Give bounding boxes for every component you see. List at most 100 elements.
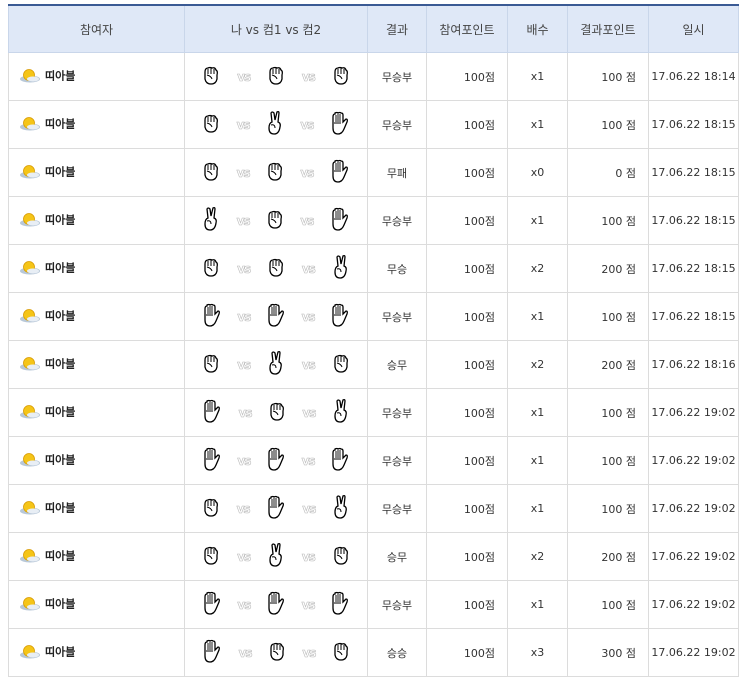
paper-hand-icon	[266, 495, 286, 522]
participant-name[interactable]: 띠아블	[45, 70, 75, 83]
participant-name[interactable]: 띠아블	[45, 166, 75, 179]
vs-label: vs	[237, 453, 252, 468]
weather-avatar-icon	[19, 355, 41, 374]
participant-name[interactable]: 띠아블	[45, 358, 75, 371]
matchup-cell: vs vs	[184, 532, 368, 581]
participant-name[interactable]: 띠아블	[45, 454, 75, 467]
participant-name[interactable]: 띠아블	[45, 502, 75, 515]
scissors-hand-icon	[332, 398, 350, 427]
header-matchup: 나 vs 컴1 vs 컴2	[184, 5, 368, 53]
vs-label: vs	[238, 405, 253, 420]
participant-cell: 띠아블	[8, 244, 185, 293]
paper-hand-icon	[202, 591, 222, 618]
vs-label: vs	[237, 309, 252, 324]
bet-points-cell: 100점	[426, 628, 508, 677]
datetime-cell: 17.06.22 18:15	[648, 100, 739, 149]
bet-points-cell: 100점	[426, 580, 508, 629]
rock-hand-icon	[202, 64, 220, 89]
multiplier-cell: x1	[507, 52, 568, 101]
participant-name[interactable]: 띠아블	[45, 646, 75, 659]
vs-label: vs	[300, 117, 315, 132]
vs-label: vs	[301, 309, 316, 324]
multiplier-cell: x1	[507, 100, 568, 149]
vs-label: vs	[301, 549, 317, 564]
table-row: 띠아블 vs vs 무승부 100점 x1 100 점 17.06.22 19:0…	[8, 580, 739, 629]
datetime-cell: 17.06.22 19:02	[648, 628, 739, 677]
participant-name[interactable]: 띠아블	[45, 406, 75, 419]
datetime-cell: 17.06.22 18:14	[648, 52, 739, 101]
participant-cell: 띠아블	[8, 52, 185, 101]
vs-label: vs	[237, 357, 252, 372]
datetime-cell: 17.06.22 19:02	[648, 388, 739, 437]
result-points-cell: 300 점	[567, 628, 649, 677]
matchup-cell: vs vs	[184, 196, 368, 245]
table-header: 참여자 나 vs 컴1 vs 컴2 결과 참여포인트 배수 결과포인트 일시	[8, 5, 739, 53]
participant-name[interactable]: 띠아블	[45, 214, 75, 227]
game-history-table: 참여자 나 vs 컴1 vs 컴2 결과 참여포인트 배수 결과포인트 일시 띠…	[8, 4, 739, 677]
vs-label: vs	[301, 597, 316, 612]
bet-points-cell: 100점	[426, 292, 508, 341]
participant-cell: 띠아블	[8, 340, 185, 389]
participant-name[interactable]: 띠아블	[45, 310, 75, 323]
multiplier-cell: x1	[507, 292, 568, 341]
rock-hand-icon	[268, 640, 286, 665]
participant-name[interactable]: 띠아블	[45, 550, 75, 563]
weather-avatar-icon	[19, 595, 41, 614]
matchup-cell: vs vs	[184, 244, 368, 293]
vs-label: vs	[236, 165, 251, 180]
participant-cell: 띠아블	[8, 484, 185, 533]
weather-avatar-icon	[19, 115, 41, 134]
rock-hand-icon	[266, 208, 284, 233]
paper-hand-icon	[266, 447, 286, 474]
multiplier-cell: x2	[507, 340, 568, 389]
bet-points-cell: 100점	[426, 148, 508, 197]
rock-hand-icon	[332, 64, 350, 89]
vs-label: vs	[236, 501, 251, 516]
result-cell: 무승부	[367, 580, 427, 629]
participant-cell: 띠아블	[8, 580, 185, 629]
matchup-cell: vs vs	[184, 436, 368, 485]
participant-name[interactable]: 띠아블	[45, 118, 75, 131]
weather-avatar-icon	[19, 259, 41, 278]
matchup-cell: vs vs	[184, 100, 368, 149]
result-cell: 무패	[367, 148, 427, 197]
bet-points-cell: 100점	[426, 196, 508, 245]
weather-avatar-icon	[19, 163, 41, 182]
bet-points-cell: 100점	[426, 532, 508, 581]
table-row: 띠아블 vs vs 승무 100점 x2 200 점 17.06.22 19:02	[8, 532, 739, 581]
participant-cell: 띠아블	[8, 436, 185, 485]
vs-label: vs	[237, 597, 252, 612]
rock-hand-icon	[266, 160, 284, 185]
result-cell: 무승부	[367, 388, 427, 437]
vs-label: vs	[300, 165, 315, 180]
vs-label: vs	[237, 549, 252, 564]
paper-hand-icon	[330, 447, 350, 474]
bet-points-cell: 100점	[426, 388, 508, 437]
header-multiplier: 배수	[507, 5, 568, 53]
rock-hand-icon	[332, 544, 350, 569]
header-participant: 참여자	[8, 5, 185, 53]
participant-cell: 띠아블	[8, 148, 185, 197]
paper-hand-icon	[202, 639, 222, 666]
participant-name[interactable]: 띠아블	[45, 598, 75, 611]
weather-avatar-icon	[19, 403, 41, 422]
participant-name[interactable]: 띠아블	[45, 262, 75, 275]
result-points-cell: 100 점	[567, 292, 649, 341]
paper-hand-icon	[330, 591, 350, 618]
datetime-cell: 17.06.22 19:02	[648, 532, 739, 581]
rock-hand-icon	[268, 400, 286, 425]
table-row: 띠아블 vs vs 무승부 100점 x1 100 점 17.06.22 18:1…	[8, 52, 739, 101]
result-points-cell: 200 점	[567, 532, 649, 581]
datetime-cell: 17.06.22 18:15	[648, 244, 739, 293]
participant-cell: 띠아블	[8, 196, 185, 245]
table-row: 띠아블 vs vs 승승 100점 x3 300 점 17.06.22 19:02	[8, 628, 739, 677]
paper-hand-icon	[330, 303, 350, 330]
weather-avatar-icon	[19, 643, 41, 662]
result-points-cell: 100 점	[567, 484, 649, 533]
bet-points-cell: 100점	[426, 100, 508, 149]
result-points-cell: 0 점	[567, 148, 649, 197]
paper-hand-icon	[202, 399, 222, 426]
header-result-points: 결과포인트	[567, 5, 649, 53]
vs-label: vs	[300, 213, 315, 228]
paper-hand-icon	[330, 111, 350, 138]
